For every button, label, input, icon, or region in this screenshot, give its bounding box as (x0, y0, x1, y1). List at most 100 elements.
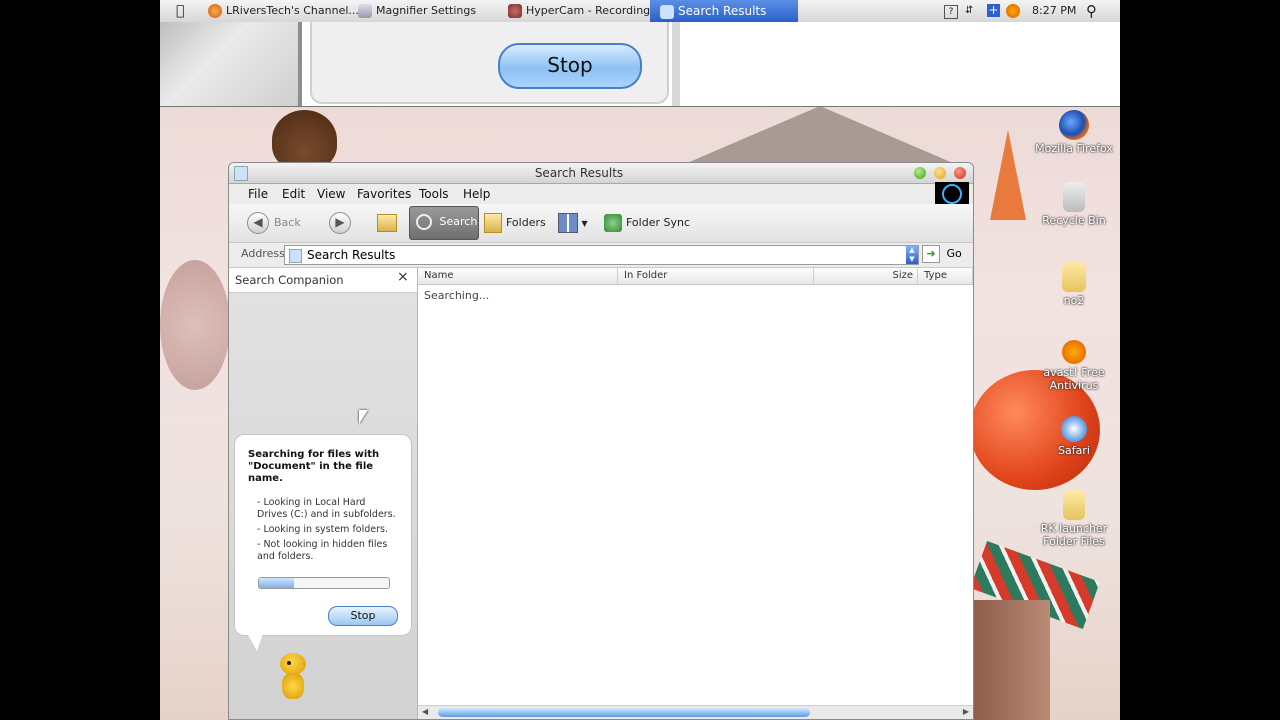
column-in-folder[interactable]: In Folder (618, 268, 814, 284)
safari-icon (1061, 416, 1087, 442)
magnifier-divider (298, 22, 302, 106)
column-headers: Name In Folder Size Type (418, 268, 973, 285)
column-type[interactable]: Type (918, 268, 973, 284)
menu-bar: File Edit View Favorites Tools Help (229, 184, 973, 204)
spotlight-search-icon[interactable]: ⚲ (1086, 0, 1097, 22)
back-button[interactable]: ◀ Back (247, 208, 301, 238)
add-tray-icon[interactable]: + (987, 4, 1000, 17)
views-button[interactable]: ▼ (558, 208, 588, 238)
column-size[interactable]: Size (814, 268, 918, 284)
firefox-icon (208, 4, 222, 18)
avast-tray-icon[interactable] (1006, 4, 1020, 18)
wallpaper-tree-left (160, 260, 230, 390)
folders-icon (484, 213, 502, 233)
wallpaper-rocket (990, 130, 1026, 220)
wallpaper-trunk (970, 600, 1050, 720)
folder-sync-button[interactable]: Folder Sync (604, 208, 690, 238)
clock: 8:27 PM (1032, 4, 1077, 17)
toolbar: ◀ Back ▶ Search Folders ▼ Folder Sync (229, 204, 973, 243)
taskbar-item-channel[interactable]: LRiversTech's Channel... (208, 0, 359, 22)
maximize-button[interactable] (914, 167, 926, 179)
menu-file[interactable]: File (248, 184, 268, 204)
search-folder-icon (289, 248, 302, 263)
address-input[interactable]: Search Results ▲ ▼ (284, 245, 919, 265)
volume-tray-icon[interactable]: ⇵ (965, 0, 973, 22)
close-pane-icon[interactable]: × (397, 269, 409, 285)
search-detail: - Not looking in hidden files and folder… (257, 539, 388, 562)
search-icon (416, 214, 432, 230)
apple-menu-icon[interactable]:  (176, 0, 184, 22)
go-button[interactable]: ➜ Go (922, 245, 962, 263)
dropdown-arrow-icon: ▼ (581, 219, 588, 228)
search-heading: Searching for files with "Document" in t… (248, 449, 380, 484)
address-bar: Address Search Results ▲ ▼ ➜ Go (229, 243, 973, 268)
address-label: Address (241, 247, 285, 260)
window-title: Search Results (534, 166, 624, 180)
close-button[interactable] (954, 167, 966, 179)
taskbar-item-magnifier[interactable]: Magnifier Settings (358, 0, 498, 22)
firefox-icon (1059, 110, 1089, 140)
search-detail: - Looking in system folders. (257, 524, 389, 535)
desktop-icon-recycle-bin[interactable]: Recycle Bin (1034, 182, 1114, 227)
column-name[interactable]: Name (418, 268, 618, 284)
search-results-window: Search Results File Edit View Favorites … (228, 162, 974, 720)
menu-view[interactable]: View (317, 184, 345, 204)
windows-logo-icon (935, 182, 969, 204)
folder-sync-icon (604, 214, 622, 232)
magnifier-icon (358, 4, 372, 18)
search-progress-fill (259, 578, 295, 588)
searching-status: Searching... (424, 289, 490, 302)
address-dropdown[interactable]: ▲ ▼ (906, 246, 918, 264)
back-arrow-icon: ◀ (247, 212, 269, 234)
balloon-tail (247, 633, 263, 651)
desktop-icon-safari[interactable]: Safari (1034, 416, 1114, 457)
menu-edit[interactable]: Edit (282, 184, 305, 204)
minimize-button[interactable] (934, 167, 946, 179)
help-tray-icon[interactable]: ? (944, 5, 958, 19)
title-bar[interactable]: Search Results (229, 163, 973, 184)
results-list: Name In Folder Size Type Searching... ◀ … (418, 268, 973, 719)
scroll-right-icon[interactable]: ▶ (963, 707, 969, 716)
menu-tools[interactable]: Tools (419, 184, 449, 204)
forward-button[interactable]: ▶ (329, 208, 356, 238)
folder-icon (1063, 490, 1085, 520)
search-folder-icon (660, 4, 674, 19)
magnifier-zoomed-edge (672, 22, 680, 106)
search-companion-title: Search Companion (235, 273, 344, 287)
search-dog-icon[interactable] (274, 653, 310, 703)
search-button[interactable]: Search (409, 206, 479, 240)
desktop-icon-rk-launcher[interactable]: RK launcher Folder Files (1034, 490, 1114, 548)
folder-icon (1062, 262, 1086, 292)
search-companion-pane: Search Companion × Searching for files w… (229, 268, 418, 719)
forward-arrow-icon: ▶ (329, 212, 351, 234)
desktop-icon-firefox[interactable]: Mozilla Firefox (1034, 110, 1114, 155)
taskbar-item-search-results[interactable]: Search Results (650, 0, 798, 22)
wallpaper-chestnut (272, 110, 337, 170)
magnifier-zoomed-area (160, 22, 300, 106)
hypercam-icon (508, 4, 522, 18)
mouse-cursor-icon (359, 410, 368, 424)
go-arrow-icon: ➜ (922, 245, 940, 263)
search-companion-header: Search Companion × (229, 268, 417, 293)
taskbar-item-hypercam[interactable]: HyperCam - Recording (508, 0, 650, 22)
wallpaper-mountain (680, 106, 960, 166)
search-status-balloon: Searching for files with "Document" in t… (234, 434, 412, 636)
recycle-bin-icon (1063, 182, 1085, 212)
menu-help[interactable]: Help (463, 184, 490, 204)
scrollbar-thumb[interactable] (438, 708, 810, 717)
search-detail: - Looking in Local Hard Drives (C:) and … (257, 497, 396, 520)
desktop:  LRiversTech's Channel... Magnifier Set… (160, 0, 1120, 720)
search-progress-bar (258, 577, 390, 589)
desktop-icon-avast[interactable]: avast! Free Antivirus (1034, 340, 1114, 392)
magnified-stop-button[interactable]: Stop (498, 43, 642, 89)
views-grid-icon (558, 213, 578, 233)
up-folder-button[interactable] (377, 208, 397, 238)
horizontal-scrollbar[interactable]: ◀ ▶ (418, 705, 973, 719)
menu-favorites[interactable]: Favorites (357, 184, 411, 204)
desktop-icon-no2[interactable]: no2 (1034, 262, 1114, 307)
magnifier-view: Stop (160, 22, 1120, 107)
scroll-left-icon[interactable]: ◀ (422, 707, 428, 716)
avast-icon (1062, 340, 1086, 364)
folders-button[interactable]: Folders (484, 208, 546, 238)
stop-search-button[interactable]: Stop (328, 606, 398, 626)
